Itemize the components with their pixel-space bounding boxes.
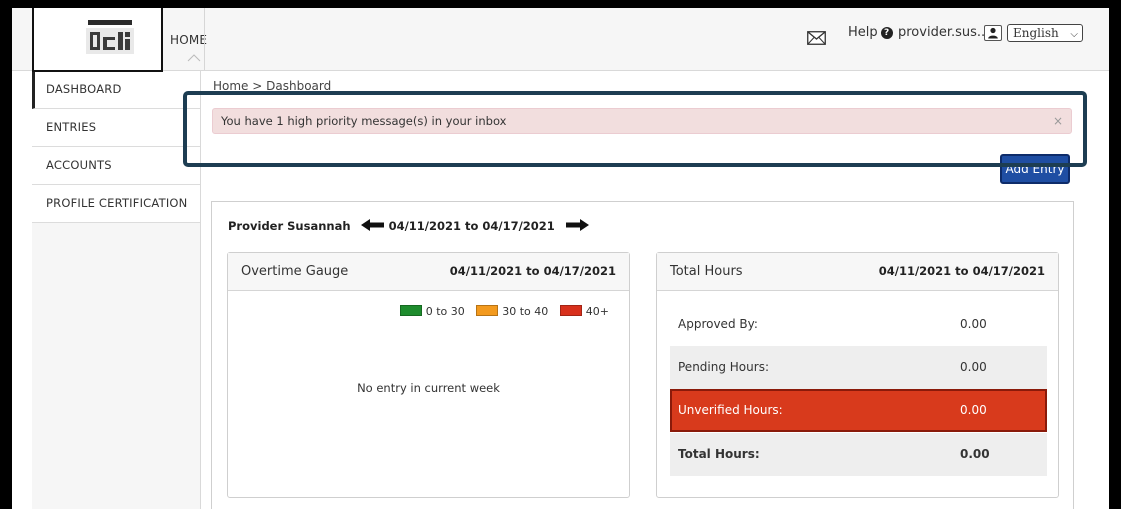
legend-label: 0 to 30 bbox=[425, 305, 465, 318]
legend-swatch-red bbox=[559, 305, 582, 316]
card-date-range: 04/11/2021 to 04/17/2021 bbox=[449, 264, 616, 278]
total-hours-card: Total Hours 04/11/2021 to 04/17/2021 App… bbox=[656, 252, 1059, 498]
dashboard-panel: Provider Susannah 04/11/2021 to 04/17/20… bbox=[211, 201, 1074, 509]
nav-home-link[interactable]: HOME bbox=[170, 33, 207, 47]
caret-up-icon bbox=[187, 54, 201, 62]
provider-name: Provider Susannah bbox=[228, 219, 351, 233]
sidebar-item-profile-certification[interactable]: PROFILE CERTIFICATION bbox=[32, 185, 200, 223]
row-value: 0.00 bbox=[960, 360, 987, 374]
approved-hours-row: Approved By: 0.00 bbox=[670, 303, 1047, 346]
help-link[interactable]: Help? bbox=[848, 25, 893, 40]
row-label: Unverified Hours: bbox=[678, 403, 783, 417]
arrow-left-icon[interactable] bbox=[360, 219, 385, 231]
pending-hours-row: Pending Hours: 0.00 bbox=[670, 346, 1047, 389]
question-circle-icon: ? bbox=[880, 27, 893, 39]
nav-divider bbox=[204, 8, 205, 70]
row-label: Approved By: bbox=[678, 317, 758, 331]
row-value: 0.00 bbox=[960, 403, 987, 417]
gauge-legend: 0 to 30 30 to 40 40+ bbox=[392, 305, 609, 318]
sidebar-item-dashboard[interactable]: DASHBOARD bbox=[32, 71, 200, 109]
unverified-hours-row: Unverified Hours: 0.00 bbox=[670, 389, 1047, 432]
help-label: Help bbox=[848, 25, 878, 40]
sidebar-item-accounts[interactable]: ACCOUNTS bbox=[32, 147, 200, 185]
total-hours-row: Total Hours: 0.00 bbox=[670, 433, 1047, 476]
envelope-icon[interactable] bbox=[807, 31, 826, 45]
chevron-down-icon: ⌵ bbox=[1070, 29, 1078, 40]
week-selector: Provider Susannah 04/11/2021 to 04/17/20… bbox=[228, 219, 589, 233]
card-header: Overtime Gauge 04/11/2021 to 04/17/2021 bbox=[228, 253, 629, 291]
language-selected: English bbox=[1013, 26, 1059, 40]
week-range: 04/11/2021 to 04/17/2021 bbox=[388, 219, 555, 233]
card-title: Overtime Gauge bbox=[241, 264, 349, 279]
empty-state-text: No entry in current week bbox=[357, 381, 500, 395]
user-icon bbox=[988, 27, 998, 39]
row-value: 0.00 bbox=[960, 447, 990, 461]
row-label: Total Hours: bbox=[678, 447, 760, 461]
row-label: Pending Hours: bbox=[678, 360, 769, 374]
legend-label: 40+ bbox=[585, 305, 609, 318]
row-value: 0.00 bbox=[960, 317, 987, 331]
sidebar-item-entries[interactable]: ENTRIES bbox=[32, 109, 200, 147]
card-title: Total Hours bbox=[670, 264, 743, 279]
logo-home-link[interactable] bbox=[32, 8, 163, 72]
arrow-right-icon[interactable] bbox=[565, 219, 589, 231]
top-nav-bar: HOME Help? provider.sus... English ⌵ bbox=[12, 8, 1109, 72]
user-menu-button[interactable] bbox=[984, 25, 1002, 41]
legend-swatch-orange bbox=[476, 305, 499, 316]
annotation-highlight-box bbox=[183, 91, 1087, 167]
user-account-link[interactable]: provider.sus... bbox=[898, 25, 989, 40]
overtime-gauge-card: Overtime Gauge 04/11/2021 to 04/17/2021 … bbox=[227, 252, 630, 498]
dci-logo bbox=[86, 20, 134, 54]
card-header: Total Hours 04/11/2021 to 04/17/2021 bbox=[657, 253, 1058, 291]
card-date-range: 04/11/2021 to 04/17/2021 bbox=[878, 264, 1045, 278]
legend-label: 30 to 40 bbox=[502, 305, 549, 318]
app-window: HOME Help? provider.sus... English ⌵ DAS… bbox=[12, 8, 1109, 509]
language-select[interactable]: English ⌵ bbox=[1007, 24, 1083, 42]
sidebar: DASHBOARD ENTRIES ACCOUNTS PROFILE CERTI… bbox=[32, 71, 201, 509]
legend-swatch-green bbox=[399, 305, 422, 316]
